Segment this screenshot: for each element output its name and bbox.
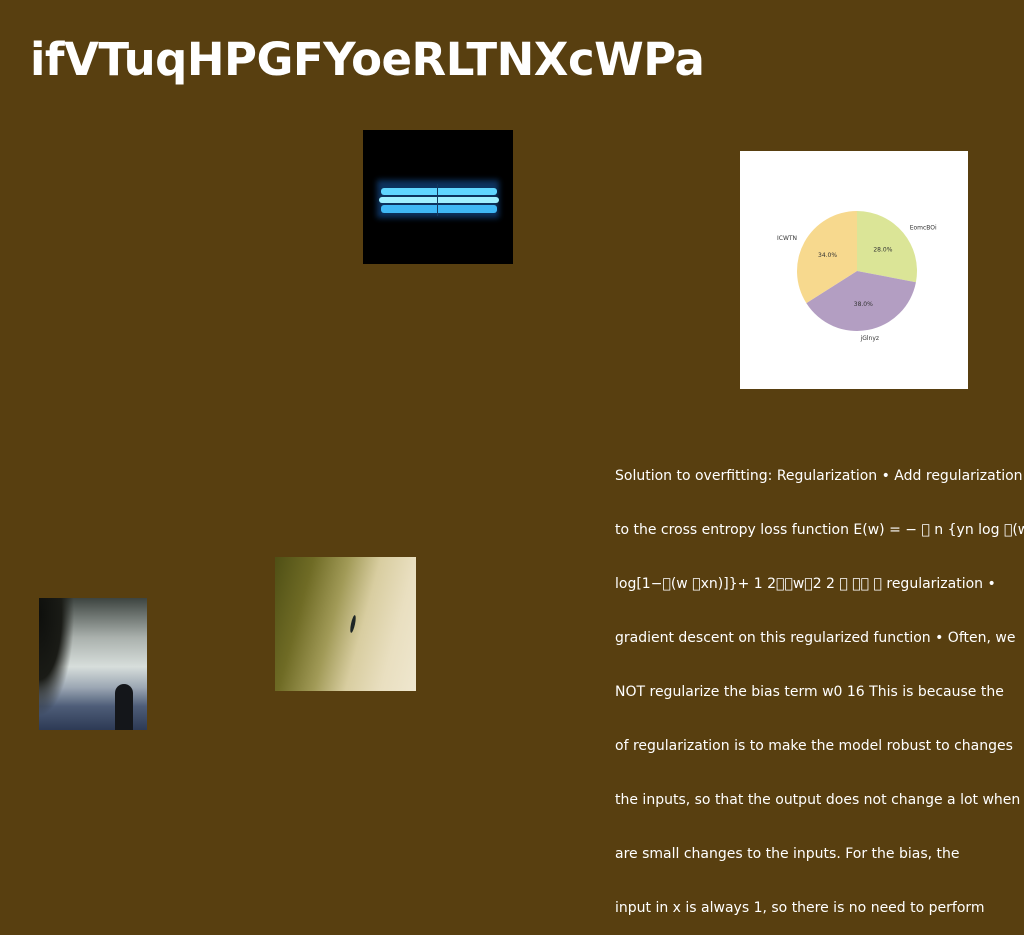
body-line: log[1− (w  xn)]}+ 1 2  w 2 2        regu… <box>615 576 996 592</box>
storm-cliff-shape <box>39 598 79 730</box>
pie-category-label: jGlnyz <box>860 335 880 342</box>
body-line: of regularization is to make the model r… <box>615 738 1013 754</box>
body-line: NOT regularize the bias term w0 16 This … <box>615 684 1004 700</box>
storm-silhouette <box>115 684 133 730</box>
pie-value-label: 34.0% <box>818 252 837 259</box>
body-line: are small changes to the inputs. For the… <box>615 846 960 862</box>
lamp-graphic <box>377 180 499 218</box>
body-line: the inputs, so that the output does not … <box>615 792 1021 808</box>
lamp-image <box>363 130 513 264</box>
body-line: Solution to overfitting: Regularization … <box>615 468 1023 484</box>
pie-category-label: ICWTN <box>777 235 797 242</box>
paper-object <box>349 614 357 634</box>
body-line: to the cross entropy loss function E(w) … <box>615 522 1024 538</box>
storm-image <box>39 598 147 730</box>
pie-value-label: 28.0% <box>873 247 892 254</box>
pie-chart: 28.0% EomcBOi 38.0% jGlnyz 34.0% ICWTN <box>740 151 968 389</box>
body-text: Solution to overfitting: Regularization … <box>615 431 1024 935</box>
pie-value-label: 38.0% <box>854 301 873 308</box>
pie-chart-svg: 28.0% EomcBOi 38.0% jGlnyz 34.0% ICWTN <box>777 211 937 342</box>
pie-category-label: EomcBOi <box>910 224 937 231</box>
body-line: gradient descent on this regularized fun… <box>615 630 1016 646</box>
body-line: input in x is always 1, so there is no n… <box>615 900 985 916</box>
page-title: ifVTuqHPGFYoeRLTNXcWPa <box>30 33 705 86</box>
paper-image <box>275 557 416 691</box>
